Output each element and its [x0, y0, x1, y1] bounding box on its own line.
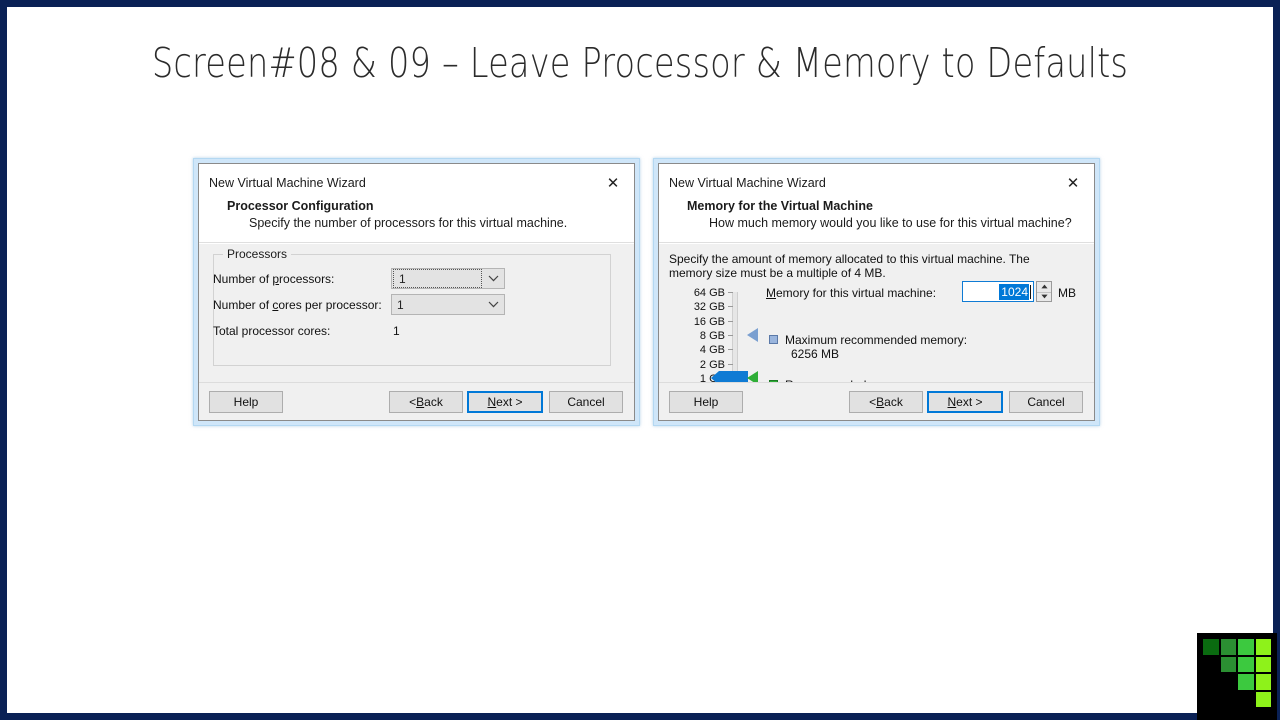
dialog-body: Specify the amount of memory allocated t… [659, 243, 1094, 382]
total-processor-cores-label: Total processor cores: [213, 324, 330, 338]
cores-per-processor-combobox[interactable]: 1 [391, 294, 505, 315]
memory-unit-label: MB [1058, 286, 1076, 300]
text-cursor [1030, 285, 1031, 299]
next-button[interactable]: Next > [467, 391, 543, 413]
logo-cell [1221, 674, 1237, 690]
logo [1197, 633, 1277, 720]
memory-input-value: 1024 [999, 284, 1029, 300]
processors-groupbox-label: Processors [223, 247, 291, 261]
close-icon[interactable]: ✕ [1058, 173, 1088, 193]
logo-cell [1221, 657, 1237, 673]
logo-cell [1256, 674, 1272, 690]
dialog-title: New Virtual Machine Wizard [669, 172, 826, 194]
back-button[interactable]: < Back [389, 391, 463, 413]
legend-swatch-icon [769, 335, 778, 344]
slide-canvas: Screen#08 & 09 – Leave Processor & Memor… [7, 7, 1273, 713]
memory-configuration-dialog: New Virtual Machine Wizard ✕ Memory for … [653, 158, 1100, 426]
slider-scale-label: 64 GB [665, 288, 725, 298]
logo-cell [1221, 639, 1237, 655]
page-title: Screen#08 & 09 – Leave Processor & Memor… [121, 39, 1159, 87]
legend-value: 6256 MB [791, 347, 839, 361]
help-button[interactable]: Help [669, 391, 743, 413]
dialog-titlebar: New Virtual Machine Wizard ✕ [659, 172, 1094, 194]
logo-cell [1221, 692, 1237, 708]
dialog-heading: Memory for the Virtual Machine [687, 199, 1094, 213]
slider-tick [728, 306, 733, 307]
chevron-down-icon [482, 275, 504, 282]
next-button[interactable]: Next > [927, 391, 1003, 413]
logo-cell [1238, 657, 1254, 673]
dialog-subheading: How much memory would you like to use fo… [709, 216, 1094, 230]
processor-configuration-dialog: New Virtual Machine Wizard ✕ Processor C… [193, 158, 640, 426]
logo-cell [1238, 674, 1254, 690]
cores-per-processor-label: Number of cores per processor: [213, 298, 382, 312]
spinner-up-icon[interactable] [1037, 282, 1051, 292]
memory-description: Specify the amount of memory allocated t… [669, 252, 1069, 280]
slider-tick [728, 364, 733, 365]
logo-cell [1256, 692, 1272, 708]
dialog-header: New Virtual Machine Wizard ✕ Processor C… [199, 164, 634, 243]
dialog-subheading: Specify the number of processors for thi… [249, 216, 634, 230]
slider-tick [728, 321, 733, 322]
logo-cell [1203, 639, 1219, 655]
cores-per-processor-value: 1 [392, 295, 482, 314]
slider-scale-label: 4 GB [665, 345, 725, 355]
dialog-title: New Virtual Machine Wizard [209, 172, 366, 194]
slider-tick [728, 349, 733, 350]
logo-grid [1203, 639, 1271, 707]
slider-scale-label: 16 GB [665, 317, 725, 327]
memory-input[interactable]: 1024 [962, 281, 1034, 302]
back-button[interactable]: < Back [849, 391, 923, 413]
spinner-down-icon[interactable] [1037, 292, 1051, 302]
close-icon[interactable]: ✕ [598, 173, 628, 193]
logo-cell [1203, 657, 1219, 673]
memory-stepper[interactable] [1036, 281, 1052, 302]
slider-tick [728, 292, 733, 293]
help-button[interactable]: Help [209, 391, 283, 413]
slider-scale-label: 8 GB [665, 331, 725, 341]
number-of-processors-combobox[interactable]: 1 [391, 268, 505, 289]
legend-title: Maximum recommended memory: [785, 333, 967, 347]
number-of-processors-label: Number of processors: [213, 272, 334, 286]
dialog-body: Processors Number of processors: 1 Numbe… [199, 243, 634, 382]
slider-scale-label: 32 GB [665, 302, 725, 312]
dialog-titlebar: New Virtual Machine Wizard ✕ [199, 172, 634, 194]
dialog-footer: Help < Back Next > Cancel [199, 382, 634, 420]
cancel-button[interactable]: Cancel [549, 391, 623, 413]
slider-scale-label: 2 GB [665, 360, 725, 370]
dialog-footer: Help < Back Next > Cancel [659, 382, 1094, 420]
logo-cell [1203, 674, 1219, 690]
logo-cell [1238, 639, 1254, 655]
cancel-button[interactable]: Cancel [1009, 391, 1083, 413]
slider-tick [728, 335, 733, 336]
total-processor-cores-value: 1 [393, 324, 400, 338]
dialog-header: New Virtual Machine Wizard ✕ Memory for … [659, 164, 1094, 243]
dialog-heading: Processor Configuration [227, 199, 634, 213]
logo-cell [1238, 692, 1254, 708]
logo-cell [1256, 639, 1272, 655]
memory-input-label: Memory for this virtual machine: [766, 286, 936, 300]
logo-cell [1203, 692, 1219, 708]
logo-cell [1256, 657, 1272, 673]
number-of-processors-value: 1 [393, 269, 482, 288]
maximum-recommended-marker [747, 328, 758, 342]
chevron-down-icon [482, 301, 504, 308]
